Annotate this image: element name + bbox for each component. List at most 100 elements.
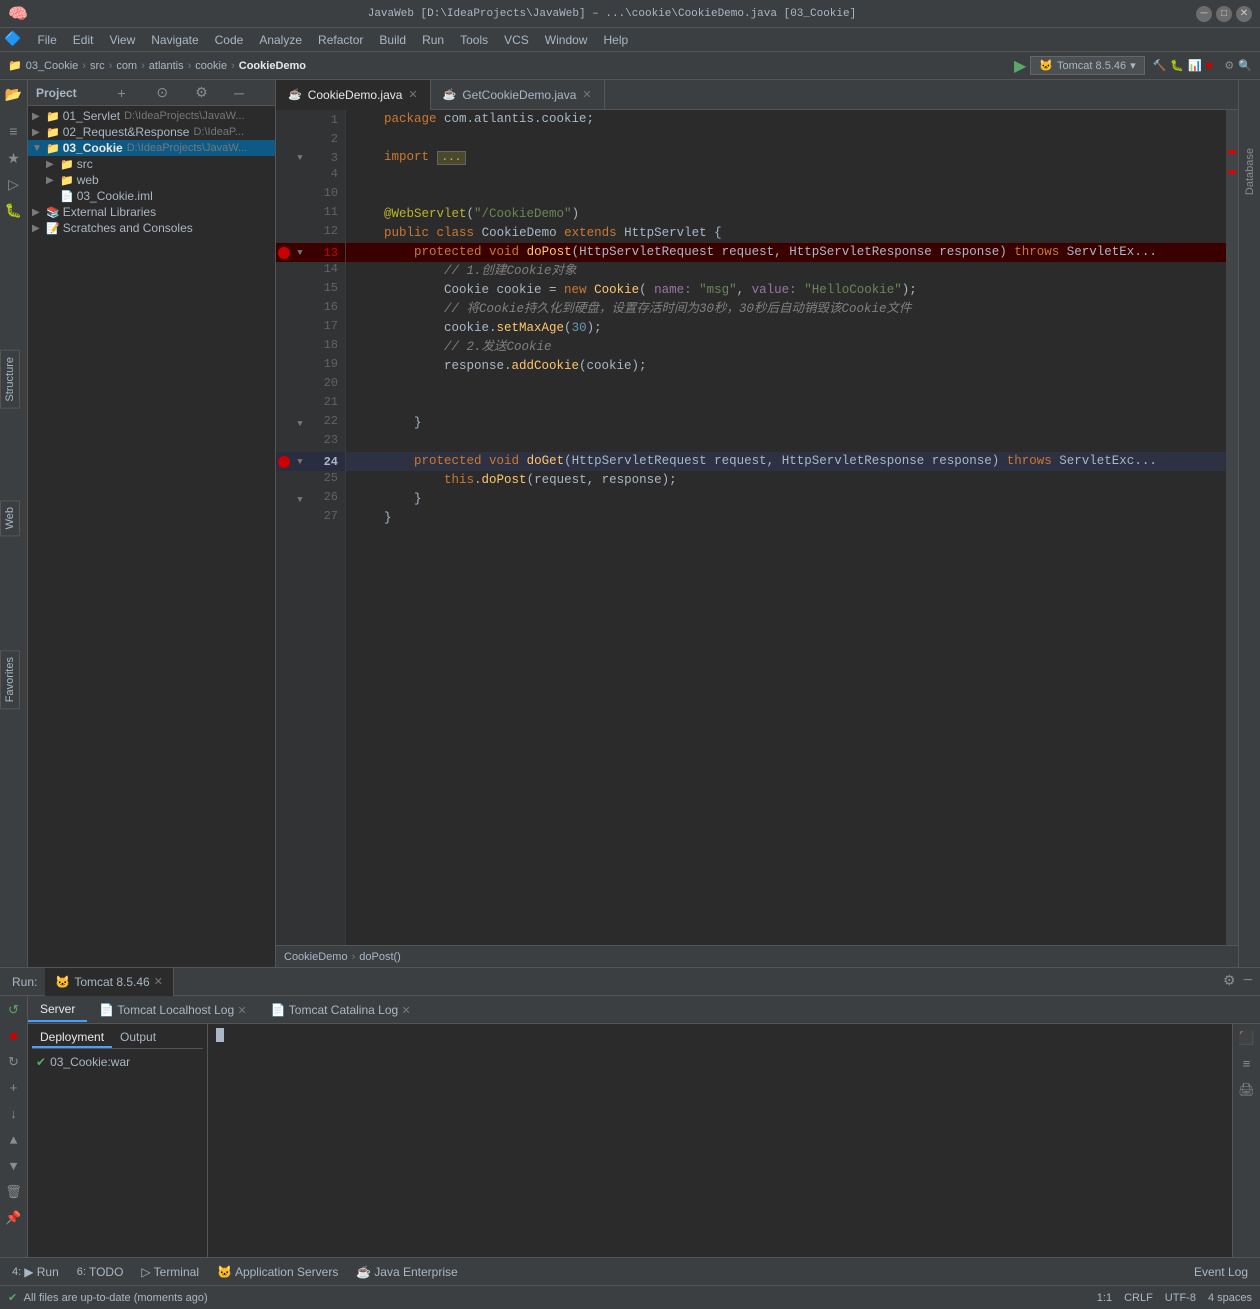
import-fold[interactable]: ...	[437, 151, 467, 165]
deployment-tab[interactable]: Deployment	[32, 1028, 112, 1048]
maximize-button[interactable]: □	[1216, 6, 1232, 22]
minimize-button[interactable]: ─	[1196, 6, 1212, 22]
update-icon[interactable]: ↻	[4, 1052, 24, 1072]
down-icon[interactable]: ↓	[4, 1104, 24, 1124]
run-tool-button[interactable]: 4: ▶ Run	[4, 1263, 67, 1281]
tab-cookiedemo-close[interactable]: ✕	[408, 88, 417, 101]
menu-window[interactable]: Window	[537, 31, 596, 49]
line-num-3: 3	[308, 151, 344, 165]
tree-item-01-servlet[interactable]: ▶ 📁 01_Servlet D:\IdeaProjects\JavaW...	[28, 108, 275, 124]
terminal-tool-button[interactable]: ▷ Terminal	[133, 1263, 207, 1281]
scroll-thumb[interactable]	[1226, 110, 1238, 945]
charset-indicator[interactable]: UTF-8	[1165, 1292, 1196, 1304]
left-tool-project[interactable]: 📂	[3, 84, 25, 106]
line-num-23: 23	[308, 433, 344, 452]
stop-icon[interactable]: ■	[1206, 60, 1213, 72]
tree-item-external-libs[interactable]: ▶ 📚 External Libraries	[28, 204, 275, 220]
run-sub-tab-catalina[interactable]: 📄 Tomcat Catalina Log ✕	[259, 999, 423, 1021]
fold-marker-26[interactable]: ▼	[292, 490, 308, 509]
scroll-up-icon[interactable]: ▲	[4, 1130, 24, 1150]
bp-marker-24[interactable]	[276, 456, 292, 468]
crlf-indicator[interactable]: CRLF	[1124, 1292, 1153, 1304]
run-sub-tab-server[interactable]: Server	[28, 998, 87, 1022]
left-tool-favorites[interactable]: ★	[3, 148, 25, 170]
build-icon[interactable]: 🔨	[1153, 59, 1167, 72]
tree-item-iml[interactable]: ▶ 📄 03_Cookie.iml	[28, 188, 275, 204]
menu-tools[interactable]: Tools	[452, 31, 496, 49]
fold-marker-3[interactable]: ▼	[292, 153, 308, 163]
project-collapse-button[interactable]: ─	[232, 85, 267, 101]
fold-marker-22[interactable]: ▼	[292, 414, 308, 433]
left-tool-structure[interactable]: ≡	[3, 122, 25, 144]
profile-icon[interactable]: 📊	[1188, 59, 1202, 72]
scroll-from-source-button[interactable]: ⊙	[154, 84, 189, 101]
menu-build[interactable]: Build	[371, 31, 414, 49]
menu-code[interactable]: Code	[207, 31, 252, 49]
project-settings-button[interactable]: ⚙	[193, 84, 228, 101]
menu-run[interactable]: Run	[414, 31, 452, 49]
run-icon[interactable]: ▶	[1014, 56, 1026, 76]
run-tab-close[interactable]: ✕	[154, 975, 163, 988]
menu-navigate[interactable]: Navigate	[143, 31, 206, 49]
favorites-tab-label[interactable]: Favorites	[0, 650, 20, 709]
tab-cookiedemo[interactable]: ☕ CookieDemo.java ✕	[276, 80, 431, 110]
filter-icon[interactable]: ≡	[1237, 1054, 1257, 1074]
stop-run-icon[interactable]: ■	[4, 1026, 24, 1046]
code-text[interactable]: package com.atlantis.cookie; import ... …	[346, 110, 1226, 945]
menu-help[interactable]: Help	[595, 31, 636, 49]
database-tab[interactable]: Database	[1242, 140, 1258, 203]
add-server-icon[interactable]: +	[4, 1078, 24, 1098]
scroll-down-icon[interactable]: ▼	[4, 1156, 24, 1176]
tree-item-web[interactable]: ▶ 📁 web	[28, 172, 275, 188]
menu-refactor[interactable]: Refactor	[310, 31, 371, 49]
indent-indicator[interactable]: 4 spaces	[1208, 1292, 1252, 1304]
left-tool-debug[interactable]: 🐛	[3, 200, 25, 222]
clear-icon[interactable]: 🗑	[4, 1182, 24, 1202]
tree-item-src[interactable]: ▶ 📁 src	[28, 156, 275, 172]
todo-tool-button[interactable]: 6: TODO	[69, 1263, 132, 1281]
app-servers-tool-button[interactable]: 🐱 Application Servers	[209, 1263, 346, 1281]
structure-tab-label[interactable]: Structure	[0, 350, 20, 409]
fold-marker-24[interactable]: ▼	[292, 457, 308, 467]
right-panel-strip: Database	[1238, 80, 1260, 967]
close-button[interactable]: ✕	[1236, 6, 1252, 22]
tomcat-localhost-close[interactable]: ✕	[237, 1005, 246, 1017]
code-view[interactable]: 1 2 ▼ 3 4 10 11	[276, 110, 1238, 945]
pin-icon[interactable]: 📌	[4, 1208, 24, 1228]
java-enterprise-tool-button[interactable]: ☕ Java Enterprise	[348, 1263, 465, 1281]
add-content-root-button[interactable]: +	[116, 85, 151, 101]
tree-item-03-cookie[interactable]: ▼ 📁 03_Cookie D:\IdeaProjects\JavaW...	[28, 140, 275, 156]
java-file-icon: ☕	[288, 88, 302, 101]
event-log-button[interactable]: Event Log	[1186, 1263, 1256, 1281]
menu-vcs[interactable]: VCS	[496, 31, 537, 49]
tab-getcookiedemo[interactable]: ☕ GetCookieDemo.java ✕	[431, 80, 605, 110]
wrap-icon[interactable]: ⬛	[1237, 1028, 1257, 1048]
tree-item-scratches[interactable]: ▶ 📝 Scratches and Consoles	[28, 220, 275, 236]
bp-marker-13[interactable]	[276, 247, 292, 259]
status-message: ✔ All files are up-to-date (moments ago)	[8, 1291, 1089, 1304]
run-config-button[interactable]: 🐱 Tomcat 8.5.46 ▾	[1030, 56, 1144, 75]
rerun-icon[interactable]: ↺	[4, 1000, 24, 1020]
debug-icon[interactable]: 🐛	[1170, 59, 1184, 72]
tree-item-02-request[interactable]: ▶ 📁 02_Request&Response D:\IdeaP...	[28, 124, 275, 140]
output-panel[interactable]	[208, 1024, 1232, 1257]
tab-getcookiedemo-close[interactable]: ✕	[582, 88, 591, 101]
search-everywhere-icon[interactable]: 🔍	[1238, 59, 1252, 72]
position-indicator[interactable]: 1:1	[1097, 1292, 1112, 1304]
output-tab[interactable]: Output	[112, 1028, 164, 1048]
catalina-close[interactable]: ✕	[402, 1005, 411, 1017]
minimize-run-icon[interactable]: ─	[1244, 973, 1252, 990]
menu-edit[interactable]: Edit	[65, 31, 102, 49]
run-sub-tab-tomcat-localhost[interactable]: 📄 Tomcat Localhost Log ✕	[87, 999, 258, 1021]
settings-gear-icon[interactable]: ⚙	[1223, 973, 1236, 990]
fold-marker-13[interactable]: ▼	[292, 248, 308, 258]
run-tab-tomcat[interactable]: 🐱 Tomcat 8.5.46 ✕	[45, 968, 174, 996]
menu-file[interactable]: File	[29, 31, 64, 49]
menu-view[interactable]: View	[101, 31, 143, 49]
print-icon[interactable]: 🖨	[1237, 1080, 1257, 1100]
settings-icon[interactable]: ⚙	[1224, 59, 1234, 72]
menu-analyze[interactable]: Analyze	[251, 31, 310, 49]
web-tab-label[interactable]: Web	[0, 500, 20, 536]
code-line-4	[346, 167, 1226, 186]
left-tool-run[interactable]: ▷	[3, 174, 25, 196]
